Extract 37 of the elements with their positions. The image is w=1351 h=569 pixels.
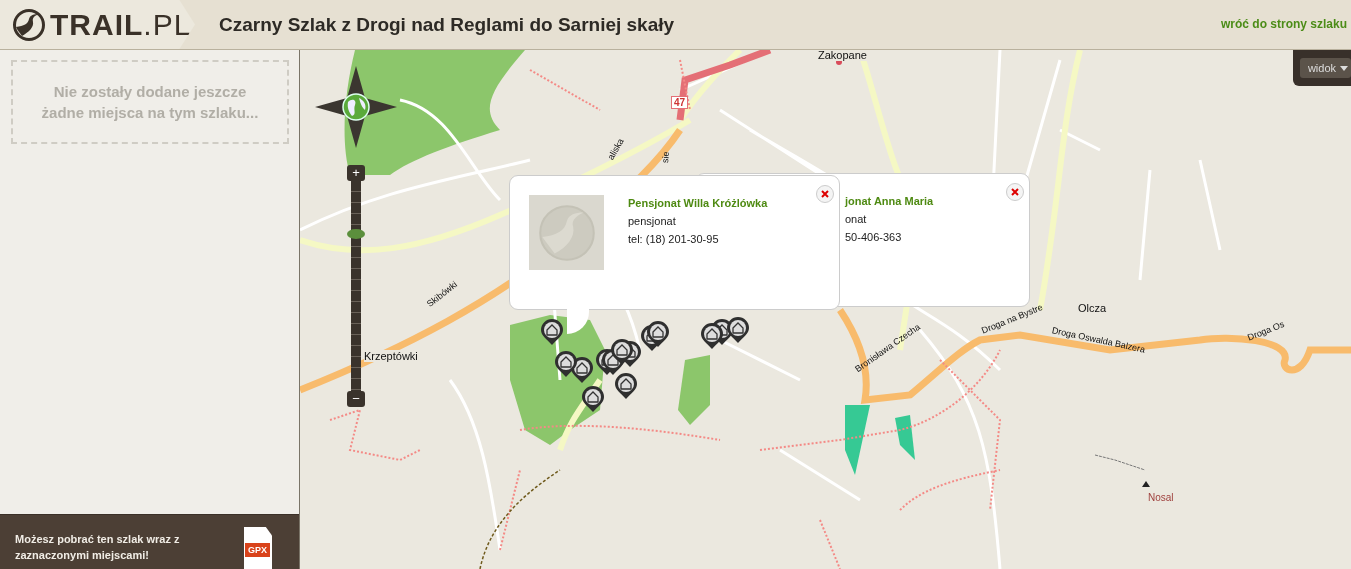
place-label: Krzeptówki — [364, 350, 418, 362]
road-number-sign: 47 — [671, 96, 689, 109]
zoom-slider-thumb[interactable] — [347, 228, 365, 239]
gpx-label: GPX — [245, 543, 270, 557]
close-icon[interactable] — [1006, 183, 1024, 201]
download-text: Możesz pobrać ten szlak wraz z zaznaczonymi miejscami! — [15, 532, 181, 563]
street-label: sie — [660, 151, 671, 164]
gpx-file-icon[interactable]: GPX — [244, 527, 272, 569]
place-type: pensjonat — [628, 215, 677, 227]
place-name-link[interactable]: Pensjonat Willa Króżlówka — [628, 197, 768, 209]
cable-car-line — [1094, 454, 1146, 471]
logo-icon — [12, 7, 46, 42]
view-dropdown[interactable]: widok — [1299, 58, 1351, 78]
logo-text[interactable]: TRAIL.PL — [50, 7, 192, 42]
meadow-area — [845, 405, 870, 475]
close-icon[interactable] — [816, 185, 834, 203]
street-label: Droga Os — [1246, 318, 1286, 343]
trail-title: Czarny Szlak z Drogi nad Reglami do Sarniej skały — [219, 13, 675, 36]
place-label: Zakopane — [818, 50, 867, 61]
empty-places-message: Nie zostały dodane jeszcze żadne miejsca na tym szlaku... — [40, 82, 260, 123]
house-markers-drawing[interactable] — [541, 317, 749, 412]
street-label: Droga na Bystre — [980, 302, 1045, 336]
place-phone: 50-406-363 — [845, 231, 903, 243]
meadow-area — [895, 415, 915, 460]
street-label: Droga Oswalda Balzera — [1050, 325, 1146, 355]
place-type: onat — [845, 213, 868, 225]
zoom-out-button[interactable]: − — [347, 391, 365, 407]
caret-icon — [1340, 65, 1348, 71]
place-label: Olcza — [1078, 302, 1107, 314]
place-phone: tel: (18) 201-30-95 — [628, 233, 720, 245]
compass-pan-icon[interactable] — [315, 66, 397, 148]
peak-icon — [1142, 481, 1150, 487]
place-name-link[interactable]: jonat Anna Maria — [845, 195, 934, 207]
forest-area — [678, 355, 710, 425]
peak-label: Nosal — [1148, 492, 1174, 503]
zoom-in-button[interactable]: + — [347, 165, 365, 181]
back-link[interactable]: wróć do strony szlaku — [1220, 17, 1347, 31]
